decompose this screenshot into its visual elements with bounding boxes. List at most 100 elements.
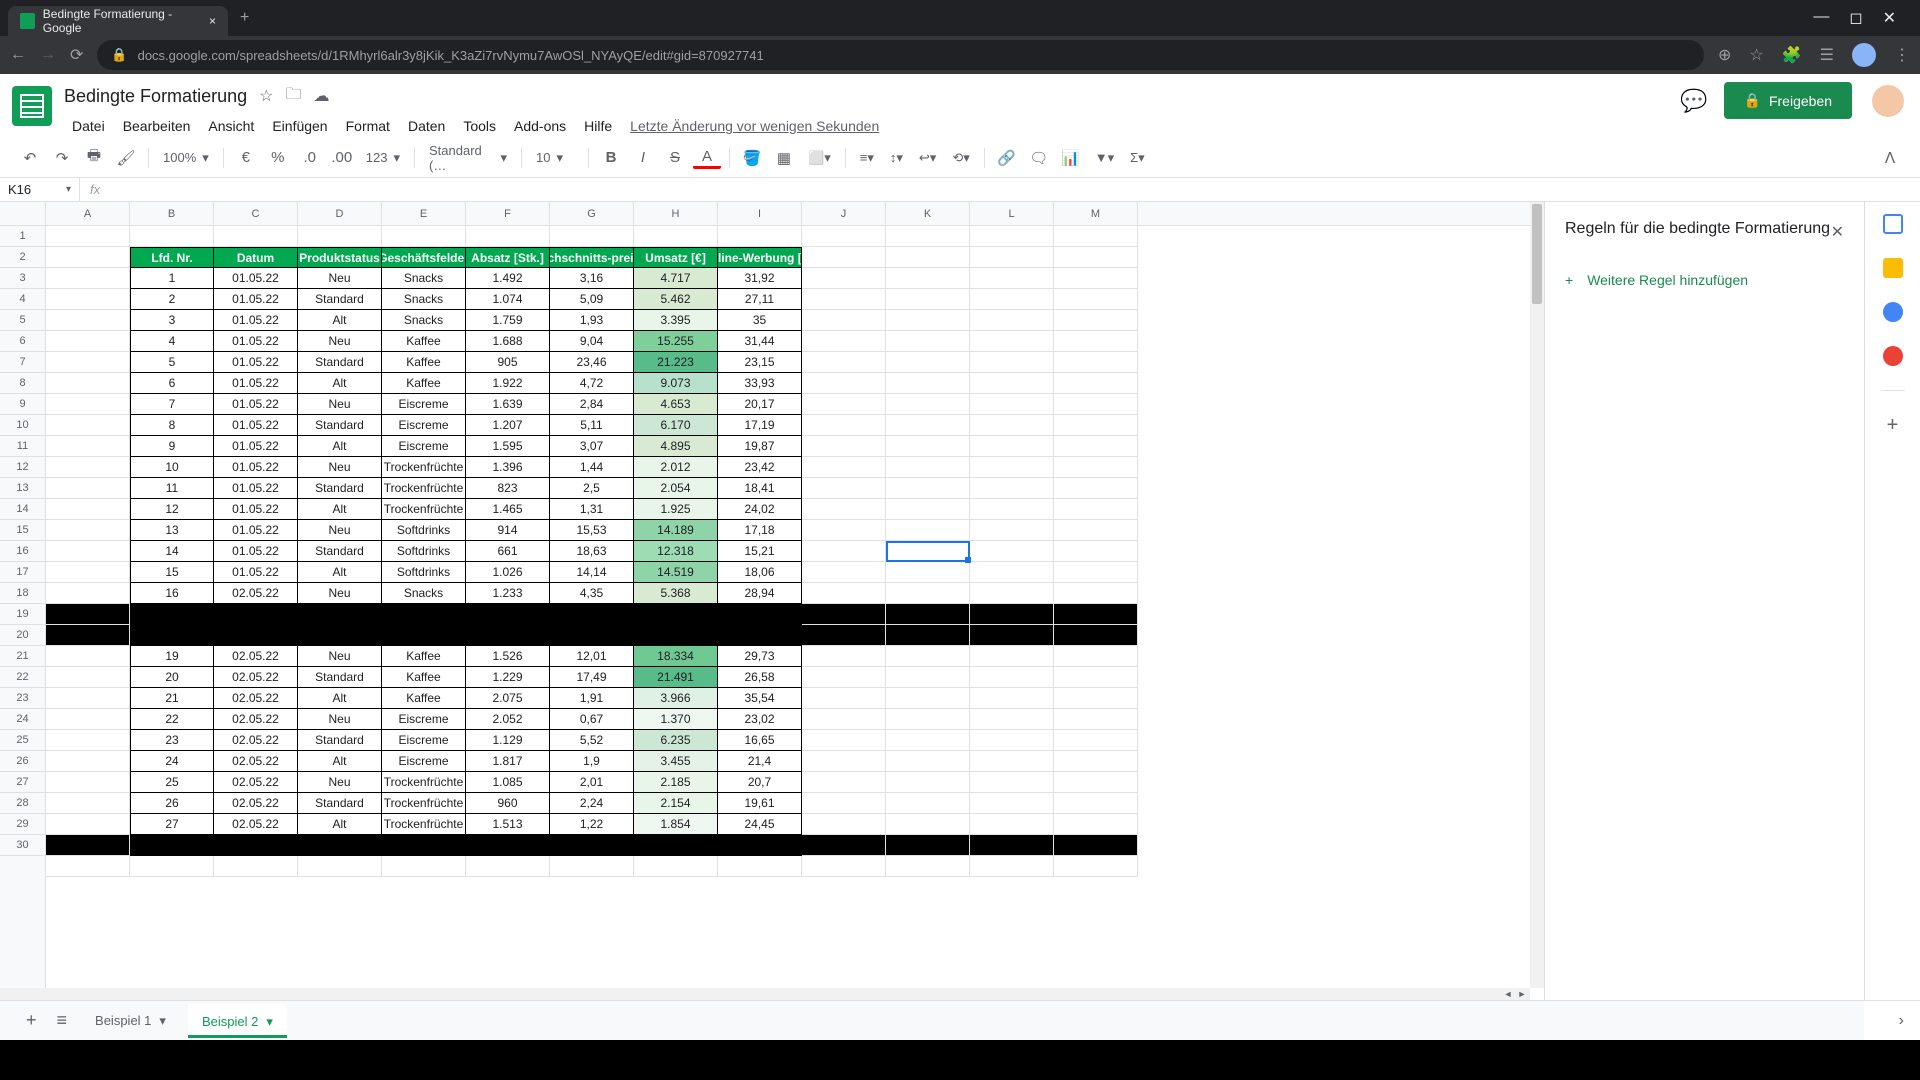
cell[interactable] bbox=[970, 604, 1054, 625]
cell[interactable] bbox=[130, 604, 214, 625]
cell[interactable] bbox=[970, 289, 1054, 310]
cell[interactable] bbox=[46, 835, 130, 856]
cell[interactable]: 14.189 bbox=[634, 520, 718, 541]
cell[interactable]: Softdrinks bbox=[382, 520, 466, 541]
comment-icon[interactable]: 🗨 bbox=[1025, 144, 1053, 172]
cell[interactable] bbox=[802, 331, 886, 352]
profile-avatar-icon[interactable] bbox=[1852, 43, 1876, 67]
reload-icon[interactable]: ⟳ bbox=[70, 45, 83, 65]
row-header[interactable]: 13 bbox=[0, 478, 45, 499]
column-header[interactable]: B bbox=[130, 202, 214, 225]
cell[interactable] bbox=[970, 667, 1054, 688]
menu-format[interactable]: Format bbox=[338, 114, 398, 138]
cell[interactable] bbox=[1054, 478, 1138, 499]
cell[interactable]: 35 bbox=[718, 310, 802, 331]
cell[interactable] bbox=[634, 835, 718, 856]
cell[interactable] bbox=[46, 646, 130, 667]
cell[interactable]: 1.370 bbox=[634, 709, 718, 730]
merge-cells-select[interactable]: ⬜▾ bbox=[802, 150, 837, 166]
cell[interactable] bbox=[970, 226, 1054, 247]
cell[interactable] bbox=[802, 793, 886, 814]
cell[interactable] bbox=[382, 604, 466, 625]
cell[interactable] bbox=[886, 457, 970, 478]
tasks-icon[interactable] bbox=[1883, 302, 1903, 322]
row-header[interactable]: 3 bbox=[0, 268, 45, 289]
cell[interactable]: 17,49 bbox=[550, 667, 634, 688]
cell[interactable]: 02.05.22 bbox=[214, 772, 298, 793]
cell[interactable]: 4,72 bbox=[550, 373, 634, 394]
cloud-icon[interactable]: ☁ bbox=[313, 86, 329, 106]
cell[interactable]: Alt bbox=[298, 562, 382, 583]
row-header[interactable]: 19 bbox=[0, 604, 45, 625]
cell[interactable] bbox=[886, 646, 970, 667]
cell[interactable]: 01.05.22 bbox=[214, 394, 298, 415]
cell[interactable] bbox=[46, 394, 130, 415]
zoom-select[interactable]: 100%▾ bbox=[157, 150, 215, 166]
filter-select[interactable]: ▼▾ bbox=[1089, 150, 1120, 166]
cell[interactable]: 4.895 bbox=[634, 436, 718, 457]
cell[interactable] bbox=[886, 331, 970, 352]
cell[interactable]: 1.688 bbox=[466, 331, 550, 352]
paint-format-icon[interactable]: 🖌 bbox=[112, 144, 140, 172]
row-header[interactable]: 18 bbox=[0, 583, 45, 604]
cell[interactable] bbox=[970, 751, 1054, 772]
cell[interactable] bbox=[46, 499, 130, 520]
cell[interactable]: Neu bbox=[298, 583, 382, 604]
cell[interactable]: 02.05.22 bbox=[214, 814, 298, 835]
cell[interactable]: Kaffee bbox=[382, 688, 466, 709]
column-header[interactable]: M bbox=[1054, 202, 1138, 225]
cell[interactable]: 823 bbox=[466, 478, 550, 499]
cell[interactable]: Neu bbox=[298, 646, 382, 667]
cell[interactable]: 01.05.22 bbox=[214, 373, 298, 394]
cell[interactable] bbox=[886, 310, 970, 331]
cell[interactable] bbox=[886, 226, 970, 247]
cell[interactable] bbox=[1054, 436, 1138, 457]
cell[interactable] bbox=[382, 226, 466, 247]
cell[interactable] bbox=[886, 394, 970, 415]
cell[interactable] bbox=[1054, 604, 1138, 625]
cell[interactable] bbox=[970, 793, 1054, 814]
cell[interactable]: 3.966 bbox=[634, 688, 718, 709]
row-header[interactable]: 7 bbox=[0, 352, 45, 373]
cell[interactable] bbox=[1054, 646, 1138, 667]
cell[interactable]: 29,73 bbox=[718, 646, 802, 667]
cell[interactable] bbox=[970, 499, 1054, 520]
cell[interactable]: Standard bbox=[298, 289, 382, 310]
cell[interactable]: Kaffee bbox=[382, 646, 466, 667]
cell[interactable]: 01.05.22 bbox=[214, 499, 298, 520]
cell[interactable] bbox=[802, 415, 886, 436]
star-icon[interactable]: ☆ bbox=[259, 86, 273, 106]
cell[interactable] bbox=[214, 226, 298, 247]
cell[interactable]: 5,52 bbox=[550, 730, 634, 751]
strikethrough-icon[interactable]: S bbox=[661, 144, 689, 172]
cell[interactable] bbox=[214, 625, 298, 646]
cell[interactable] bbox=[46, 709, 130, 730]
decrease-decimal-icon[interactable]: .0 bbox=[296, 144, 324, 172]
cell[interactable] bbox=[970, 730, 1054, 751]
cell[interactable]: 31,92 bbox=[718, 268, 802, 289]
link-icon[interactable]: 🔗 bbox=[993, 144, 1021, 172]
cell[interactable] bbox=[1054, 331, 1138, 352]
cell[interactable] bbox=[802, 583, 886, 604]
menu-einfuegen[interactable]: Einfügen bbox=[264, 114, 335, 138]
cell[interactable] bbox=[886, 499, 970, 520]
cell[interactable] bbox=[718, 835, 802, 856]
cell[interactable]: 18,41 bbox=[718, 478, 802, 499]
row-header[interactable]: 6 bbox=[0, 331, 45, 352]
cell[interactable]: Snacks bbox=[382, 289, 466, 310]
collapse-toolbar-icon[interactable]: ᐱ bbox=[1876, 144, 1904, 172]
cell[interactable]: 6.235 bbox=[634, 730, 718, 751]
cell[interactable]: Neu bbox=[298, 709, 382, 730]
cell[interactable]: Alt bbox=[298, 373, 382, 394]
cell[interactable]: 3,07 bbox=[550, 436, 634, 457]
cell[interactable] bbox=[970, 814, 1054, 835]
cell[interactable]: Absatz [Stk.] bbox=[466, 247, 550, 268]
cell[interactable]: Eiscreme bbox=[382, 751, 466, 772]
cell[interactable]: 6.170 bbox=[634, 415, 718, 436]
cell[interactable]: 01.05.22 bbox=[214, 457, 298, 478]
cell[interactable] bbox=[802, 646, 886, 667]
print-icon[interactable]: 🖶 bbox=[80, 144, 108, 172]
cell[interactable]: 16,65 bbox=[718, 730, 802, 751]
cell[interactable] bbox=[802, 289, 886, 310]
vertical-scrollbar[interactable] bbox=[1530, 202, 1544, 988]
